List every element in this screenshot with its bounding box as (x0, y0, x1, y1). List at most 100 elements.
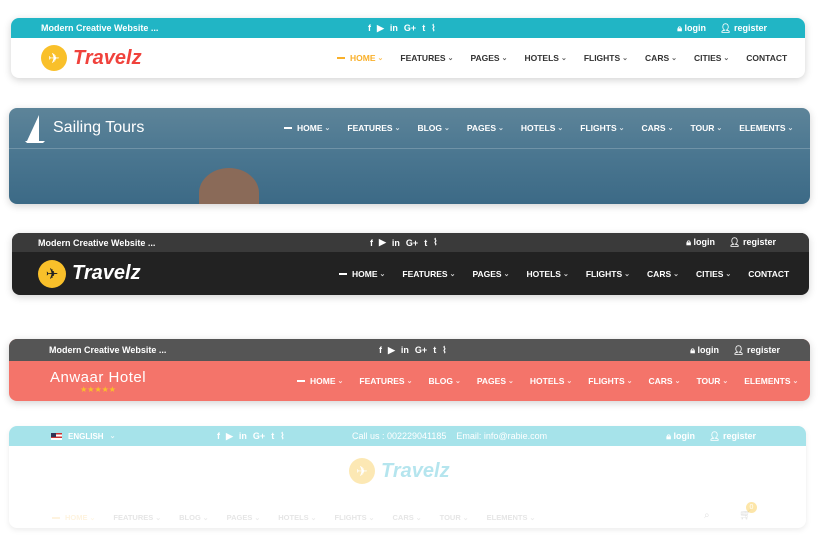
chevron-down-icon: ⌄ (787, 125, 794, 132)
menu-item-home[interactable]: HOME ⌄ (297, 376, 343, 386)
chevron-down-icon: ⌄ (673, 270, 680, 278)
googleplus-icon[interactable]: G+ (415, 345, 427, 355)
menu-item-hotels[interactable]: HOTELS ⌄ (526, 269, 568, 279)
menu-item-cars[interactable]: CARS ⌄ (648, 376, 680, 386)
phone-text: Call us : 002229041185 (352, 431, 447, 441)
linkedin-icon[interactable]: in (390, 23, 398, 33)
menu-item-features[interactable]: FEATURES ⌄ (400, 53, 453, 63)
menu-item-pages[interactable]: PAGES ⌄ (467, 123, 504, 133)
facebook-icon[interactable]: f (370, 238, 373, 248)
menu-item-pages[interactable]: PAGES ⌄ (470, 53, 507, 63)
menu-item-pages[interactable]: PAGES ⌄ (227, 513, 261, 522)
login-link[interactable]: 🔒︎ login (666, 431, 695, 442)
menu-item-contact[interactable]: CONTACT (746, 53, 787, 63)
twitter-icon[interactable]: t (433, 345, 436, 355)
logo[interactable]: ✈ Travelz (38, 259, 141, 288)
login-link[interactable]: 🔒︎ login (690, 345, 719, 356)
menu-item-flights[interactable]: FLIGHTS ⌄ (588, 376, 632, 386)
menu-label: FEATURES (359, 376, 405, 386)
googleplus-icon[interactable]: G+ (406, 238, 418, 248)
menu-item-tour[interactable]: TOUR ⌄ (696, 376, 728, 386)
menu-item-blog[interactable]: BLOG ⌄ (179, 513, 209, 522)
menu-item-home[interactable]: HOME ⌄ (339, 269, 385, 279)
logo[interactable]: ✈ Travelz (41, 45, 142, 71)
menu-item-cars[interactable]: CARS ⌄ (647, 269, 679, 279)
linkedin-icon[interactable]: in (392, 238, 400, 248)
register-link[interactable]: 👤︎ register (729, 237, 776, 248)
chevron-down-icon: ⌄ (508, 378, 514, 385)
menu-item-pages[interactable]: PAGES ⌄ (472, 269, 509, 279)
menu-item-hotels[interactable]: HOTELS ⌄ (278, 513, 316, 522)
menu-item-home[interactable]: HOME ⌄ (52, 513, 95, 522)
menu-item-tour[interactable]: TOUR ⌄ (440, 513, 469, 522)
menu-item-flights[interactable]: FLIGHTS ⌄ (335, 513, 375, 522)
rss-icon[interactable]: ⌇ (433, 237, 437, 248)
linkedin-icon[interactable]: in (239, 431, 247, 441)
twitter-icon[interactable]: t (271, 431, 274, 441)
chevron-down-icon: ⌄ (501, 55, 508, 62)
menu-item-cars[interactable]: CARS ⌄ (645, 53, 677, 63)
menu-item-elements[interactable]: ELEMENTS ⌄ (739, 123, 793, 133)
register-label: register (722, 430, 756, 441)
login-link[interactable]: 🔒︎ login (677, 23, 706, 34)
topbar: Modern Creative Website ... f ▶ in G+ t … (9, 339, 810, 361)
menu-label: FEATURES (400, 53, 446, 63)
menu-item-cars[interactable]: CARS ⌄ (393, 513, 422, 522)
logo[interactable]: ✈ Travelz (349, 458, 450, 484)
linkedin-icon[interactable]: in (401, 345, 409, 355)
menu-label: CARS (392, 513, 414, 522)
rss-icon[interactable]: ⌇ (431, 23, 435, 34)
email-text[interactable]: Email: info@rabie.com (456, 431, 547, 441)
login-link[interactable]: 🔒︎ login (686, 237, 715, 248)
youtube-icon[interactable]: ▶ (226, 431, 233, 442)
menu-item-features[interactable]: FEATURES ⌄ (347, 123, 400, 133)
search-icon[interactable]: ⌕ (704, 510, 710, 521)
facebook-icon[interactable]: f (379, 345, 382, 355)
menu-label: CARS (647, 268, 672, 279)
menu-item-home[interactable]: HOME ⌄ (337, 53, 383, 63)
menu-item-cities[interactable]: CITIES ⌄ (696, 269, 731, 279)
rss-icon[interactable]: ⌇ (280, 431, 284, 442)
menu-item-flights[interactable]: FLIGHTS ⌄ (586, 269, 630, 279)
menu-item-features[interactable]: FEATURES ⌄ (359, 376, 412, 386)
register-link[interactable]: 👤︎ register (709, 431, 756, 442)
menu-item-features[interactable]: FEATURES ⌄ (113, 513, 161, 522)
logo[interactable]: Sailing Tours (25, 113, 144, 143)
facebook-icon[interactable]: f (217, 431, 220, 441)
googleplus-icon[interactable]: G+ (253, 431, 265, 441)
menu-item-home[interactable]: HOME ⌄ (284, 123, 330, 133)
youtube-icon[interactable]: ▶ (388, 345, 395, 356)
menu-item-elements[interactable]: ELEMENTS ⌄ (744, 376, 798, 386)
facebook-icon[interactable]: f (368, 23, 371, 33)
menu-item-pages[interactable]: PAGES ⌄ (477, 376, 514, 386)
menu-item-flights[interactable]: FLIGHTS ⌄ (580, 123, 624, 133)
menu-item-blog[interactable]: BLOG ⌄ (417, 123, 449, 133)
menu-item-cities[interactable]: CITIES ⌄ (694, 53, 729, 63)
logo[interactable]: Anwaar Hotel ★★★★★ (50, 369, 146, 394)
menu-item-elements[interactable]: ELEMENTS ⌄ (487, 513, 536, 522)
register-label: register (742, 237, 776, 247)
chevron-down-icon: ⌄ (618, 125, 625, 132)
chevron-down-icon: ⌄ (503, 270, 510, 278)
menu-label: PAGES (466, 123, 497, 133)
chevron-down-icon: ⌄ (626, 378, 633, 385)
menu-item-hotels[interactable]: HOTELS ⌄ (530, 376, 572, 386)
googleplus-icon[interactable]: G+ (404, 23, 416, 33)
twitter-icon[interactable]: t (422, 23, 425, 33)
menu-item-flights[interactable]: FLIGHTS ⌄ (584, 53, 628, 63)
menu-item-hotels[interactable]: HOTELS ⌄ (524, 53, 566, 63)
menu-item-contact[interactable]: CONTACT (748, 269, 789, 279)
youtube-icon[interactable]: ▶ (377, 23, 384, 34)
register-link[interactable]: 👤︎ register (733, 345, 780, 356)
menu-label: TOUR (696, 376, 721, 386)
register-link[interactable]: 👤︎ register (720, 23, 767, 34)
menu-item-tour[interactable]: TOUR ⌄ (690, 123, 722, 133)
menu-item-features[interactable]: FEATURES ⌄ (402, 269, 455, 279)
language-selector[interactable]: ENGLISH ⌄ (51, 432, 115, 441)
twitter-icon[interactable]: t (424, 238, 427, 248)
menu-item-cars[interactable]: CARS ⌄ (641, 123, 673, 133)
menu-item-blog[interactable]: BLOG ⌄ (428, 376, 460, 386)
youtube-icon[interactable]: ▶ (379, 237, 386, 248)
menu-item-hotels[interactable]: HOTELS ⌄ (521, 123, 563, 133)
rss-icon[interactable]: ⌇ (442, 345, 446, 356)
